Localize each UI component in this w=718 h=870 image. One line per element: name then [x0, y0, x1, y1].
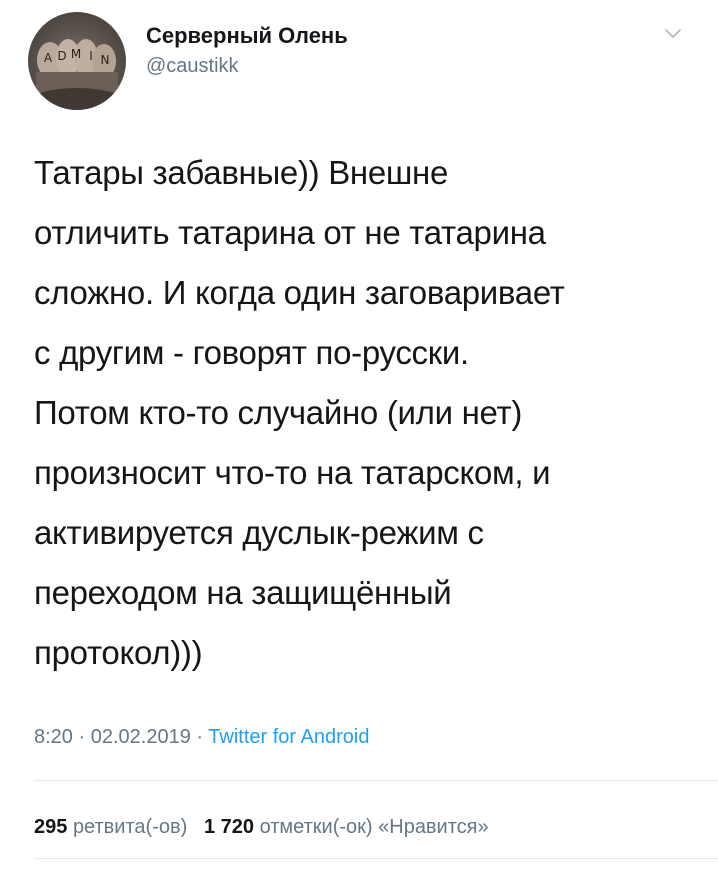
author-block: Серверный Олень @caustikk: [146, 22, 348, 80]
tweet-text-line: переходом на защищённый: [34, 574, 452, 611]
display-name[interactable]: Серверный Олень: [146, 22, 348, 50]
tweet-card: A D M I N Серверный Олень @caustikk Тата…: [0, 0, 718, 870]
likes-stat[interactable]: 1 720 отметки(-ок) «Нравится»: [204, 816, 489, 838]
tweet-text-line: Потом кто-то случайно (или нет): [34, 394, 523, 431]
tweet-date[interactable]: 02.02.2019: [91, 726, 191, 748]
tweet-text-line: отличить татарина от не татарина: [34, 214, 546, 251]
tweet-text-line: активируется дуслык-режим с: [34, 514, 484, 551]
retweets-label: ретвита(-ов): [72, 816, 188, 838]
tweet-text: Татары забавные)) Внешне отличить татари…: [34, 143, 694, 683]
meta-separator: ·: [196, 726, 204, 748]
tweet-meta: 8:20 · 02.02.2019 · Twitter for Android: [34, 722, 369, 752]
svg-text:M: M: [71, 47, 81, 61]
tweet-stats: 295 ретвита(-ов) 1 720 отметки(-ок) «Нра…: [34, 812, 489, 842]
divider: [34, 858, 718, 859]
tweet-text-line: Татары забавные)) Внешне: [34, 154, 449, 191]
chevron-down-icon[interactable]: [662, 22, 684, 44]
tweet-text-line: сложно. И когда один заговаривает: [34, 274, 565, 311]
user-handle[interactable]: @caustikk: [146, 52, 348, 80]
tweet-text-line: с другим - говорят по-русски.: [34, 334, 469, 371]
tweet-source-link[interactable]: Twitter for Android: [208, 726, 369, 748]
svg-text:N: N: [101, 53, 110, 67]
divider: [34, 780, 718, 781]
svg-text:I: I: [89, 49, 93, 63]
retweets-count: 295: [34, 816, 68, 838]
likes-count: 1 720: [203, 816, 255, 838]
avatar-fist-tattoo-icon: A D M I N: [29, 39, 125, 110]
retweets-stat[interactable]: 295 ретвита(-ов): [34, 816, 193, 838]
tweet-text-line: протокол))): [34, 634, 203, 671]
avatar[interactable]: A D M I N: [28, 12, 126, 110]
tweet-time[interactable]: 8:20: [34, 726, 73, 748]
meta-separator: ·: [78, 726, 86, 748]
likes-label: отметки(-ок) «Нравится»: [259, 816, 489, 838]
svg-text:D: D: [57, 49, 66, 63]
svg-text:A: A: [44, 51, 53, 65]
tweet-text-line: произносит что-то на татарском, и: [34, 454, 551, 491]
